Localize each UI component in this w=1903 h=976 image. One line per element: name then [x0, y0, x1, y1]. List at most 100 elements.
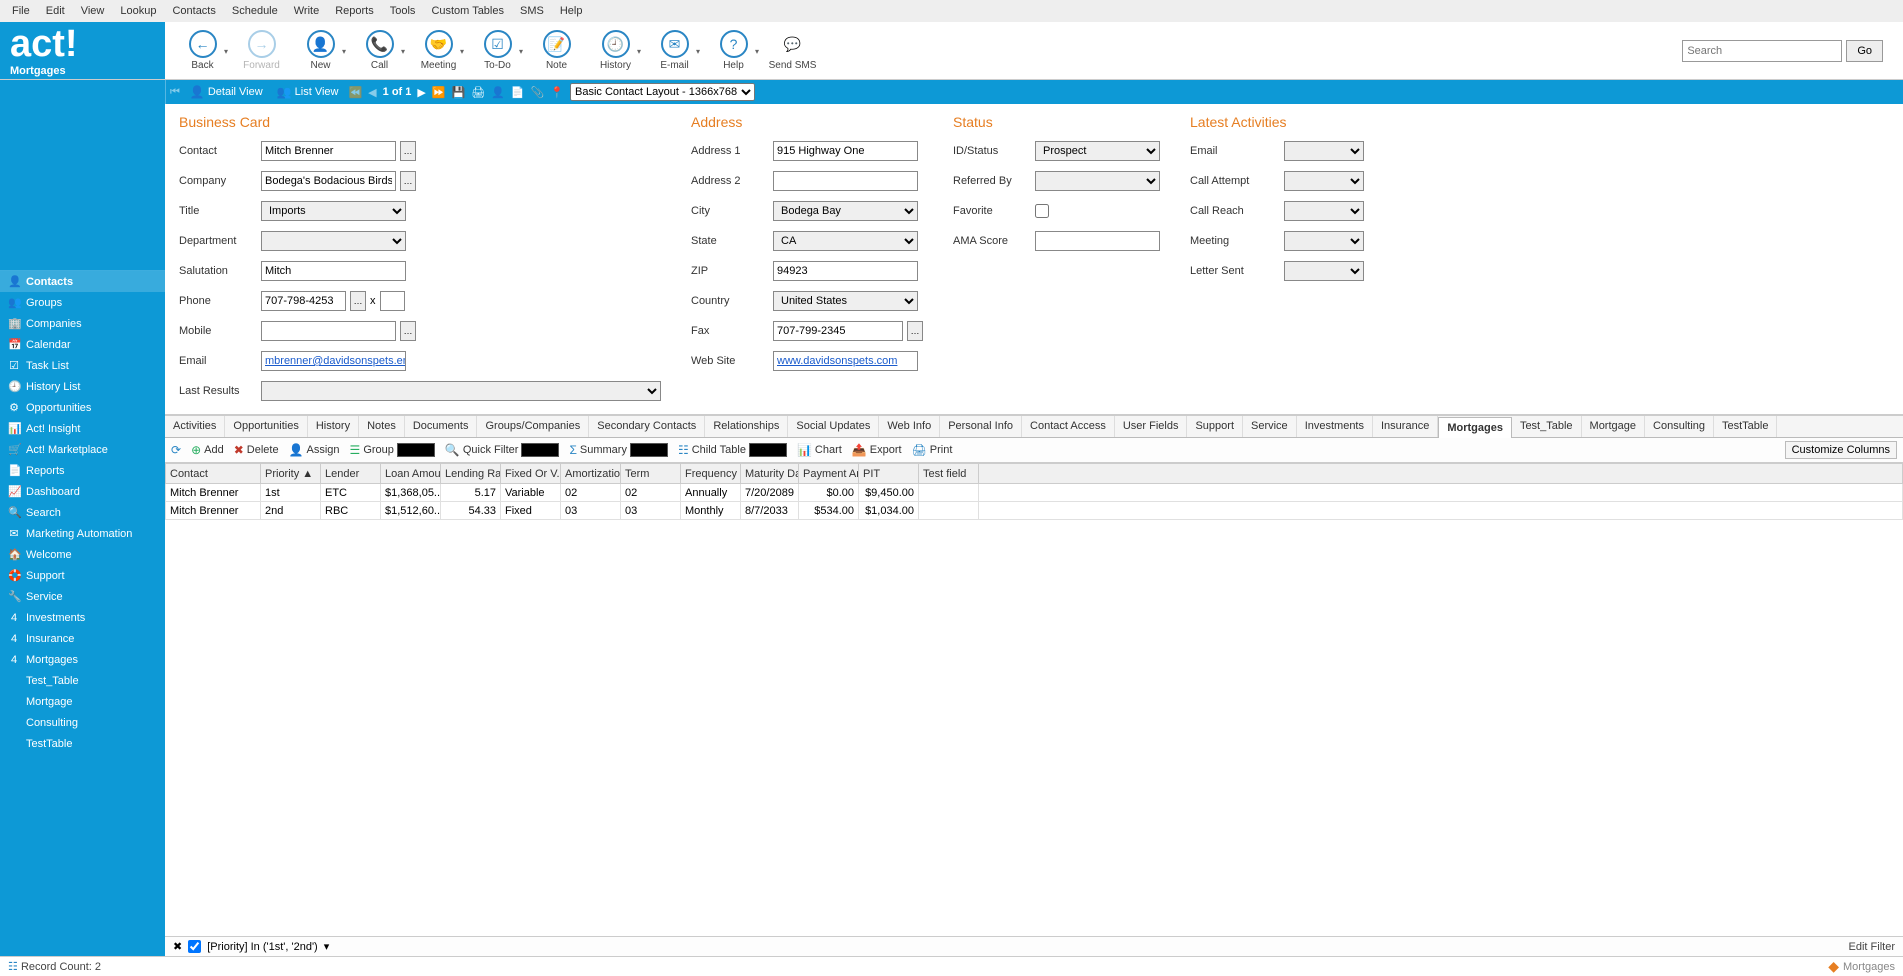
menu-help[interactable]: Help	[552, 5, 591, 17]
call-button[interactable]: 📞Call▾	[352, 25, 407, 77]
sidebar-item-task-list[interactable]: ☑Task List	[0, 355, 165, 376]
idstatus-select[interactable]: Prospect	[1035, 141, 1160, 161]
grid-col-loan-amount[interactable]: Loan Amount	[381, 464, 441, 484]
tab-personal-info[interactable]: Personal Info	[940, 416, 1022, 437]
tab-mortgage[interactable]: Mortgage	[1582, 416, 1645, 437]
contact-field[interactable]	[261, 141, 396, 161]
pin-icon[interactable]: 📍	[550, 86, 564, 99]
nav-first-icon[interactable]: ⏮	[170, 86, 180, 99]
menu-view[interactable]: View	[73, 5, 113, 17]
note-button[interactable]: 📝Note	[529, 25, 584, 77]
tab-test-table[interactable]: Test_Table	[1512, 416, 1582, 437]
addr2-field[interactable]	[773, 171, 918, 191]
group-button[interactable]: ☰Group	[350, 443, 435, 457]
print-icon[interactable]: 🖨	[471, 86, 485, 99]
tab-activities[interactable]: Activities	[165, 416, 225, 437]
mobile-field[interactable]	[261, 321, 396, 341]
tab-social-updates[interactable]: Social Updates	[788, 416, 879, 437]
table-row[interactable]: Mitch Brenner1stETC$1,368,05...5.17Varia…	[166, 484, 1903, 502]
customize-columns-button[interactable]: Customize Columns	[1785, 441, 1897, 459]
add-button[interactable]: ⊕Add	[191, 443, 224, 457]
sidebar-item-reports[interactable]: 📄Reports	[0, 460, 165, 481]
sidebar-item-calendar[interactable]: 📅Calendar	[0, 334, 165, 355]
menu-reports[interactable]: Reports	[327, 5, 382, 17]
menu-lookup[interactable]: Lookup	[112, 5, 164, 17]
favorite-checkbox[interactable]	[1035, 204, 1049, 218]
tab-opportunities[interactable]: Opportunities	[225, 416, 307, 437]
new-button[interactable]: 👤New▾	[293, 25, 348, 77]
menu-schedule[interactable]: Schedule	[224, 5, 286, 17]
sidebar-item-testtable[interactable]: TestTable	[0, 733, 165, 754]
menu-edit[interactable]: Edit	[38, 5, 73, 17]
sidebar-item-service[interactable]: 🔧Service	[0, 586, 165, 607]
assign-button[interactable]: 👤Assign	[289, 443, 340, 457]
menu-file[interactable]: File	[4, 5, 38, 17]
grid-col-maturity-date[interactable]: Maturity Date	[741, 464, 799, 484]
grid-col-fixed-or-v-[interactable]: Fixed Or V...	[501, 464, 561, 484]
delete-button[interactable]: ✖Delete	[234, 443, 279, 457]
addr1-field[interactable]	[773, 141, 918, 161]
sidebar-item-consulting[interactable]: Consulting	[0, 712, 165, 733]
sidebar-item-support[interactable]: 🛟Support	[0, 565, 165, 586]
salutation-field[interactable]	[261, 261, 406, 281]
sidebar-item-welcome[interactable]: 🏠Welcome	[0, 544, 165, 565]
tab-notes[interactable]: Notes	[359, 416, 405, 437]
sidebar-item-insurance[interactable]: 4Insurance	[0, 628, 165, 649]
filter-enable-checkbox[interactable]	[188, 940, 201, 953]
save-icon[interactable]: 💾	[452, 86, 466, 99]
sidebar-item-marketing-automation[interactable]: ✉Marketing Automation	[0, 523, 165, 544]
search-go-button[interactable]: Go	[1846, 40, 1883, 62]
city-select[interactable]: Bodega Bay	[773, 201, 918, 221]
lastresults-select[interactable]	[261, 381, 661, 401]
sendsms-button[interactable]: 💬Send SMS	[765, 25, 820, 77]
ama-field[interactable]	[1035, 231, 1160, 251]
search-input[interactable]	[1682, 40, 1842, 62]
website-link[interactable]: www.davidsonspets.com	[773, 351, 918, 371]
nav-next-icon[interactable]: ▶	[417, 86, 425, 99]
tab-support[interactable]: Support	[1187, 416, 1243, 437]
tab-investments[interactable]: Investments	[1297, 416, 1373, 437]
grid-col-priority[interactable]: Priority ▲	[261, 464, 321, 484]
print-button[interactable]: 🖨Print	[912, 443, 953, 457]
attach-icon[interactable]: 📎	[531, 86, 545, 99]
contact-more-button[interactable]: …	[400, 141, 416, 161]
sidebar-item-mortgages[interactable]: 4Mortgages	[0, 649, 165, 670]
export-button[interactable]: 📤Export	[852, 443, 902, 457]
grid-col-lending-rate[interactable]: Lending Rate	[441, 464, 501, 484]
tab-groups-companies[interactable]: Groups/Companies	[477, 416, 589, 437]
title-select[interactable]: Imports	[261, 201, 406, 221]
grid-col-term[interactable]: Term	[621, 464, 681, 484]
zip-field[interactable]	[773, 261, 918, 281]
act-callreach-select[interactable]	[1284, 201, 1364, 221]
act-letter-select[interactable]	[1284, 261, 1364, 281]
person-action-icon[interactable]: 👤	[491, 86, 505, 99]
tab-mortgages[interactable]: Mortgages	[1438, 417, 1512, 438]
quickfilter-button[interactable]: 🔍Quick Filter	[445, 443, 560, 457]
act-meeting-select[interactable]	[1284, 231, 1364, 251]
mobile-more-button[interactable]: …	[400, 321, 416, 341]
tab-service[interactable]: Service	[1243, 416, 1297, 437]
menu-custom-tables[interactable]: Custom Tables	[423, 5, 512, 17]
state-select[interactable]: CA	[773, 231, 918, 251]
phone-field[interactable]	[261, 291, 346, 311]
tab-history[interactable]: History	[308, 416, 359, 437]
company-more-button[interactable]: …	[400, 171, 416, 191]
menu-write[interactable]: Write	[286, 5, 327, 17]
table-row[interactable]: Mitch Brenner2ndRBC$1,512,60...54.33Fixe…	[166, 502, 1903, 520]
act-email-select[interactable]	[1284, 141, 1364, 161]
nav-prev-icon[interactable]: ◀	[368, 86, 376, 99]
tab-relationships[interactable]: Relationships	[705, 416, 788, 437]
fax-field[interactable]	[773, 321, 903, 341]
layout-select[interactable]: Basic Contact Layout - 1366x768	[570, 83, 755, 101]
sidebar-item-act-marketplace[interactable]: 🛒Act! Marketplace	[0, 439, 165, 460]
referred-select[interactable]	[1035, 171, 1160, 191]
email-button[interactable]: ✉E-mail▾	[647, 25, 702, 77]
childtable-button[interactable]: ☷Child Table	[678, 443, 787, 457]
filter-close-icon[interactable]: ✖	[173, 940, 182, 953]
menu-sms[interactable]: SMS	[512, 5, 552, 17]
sidebar-item-contacts[interactable]: 👤Contacts	[0, 271, 165, 292]
tab-contact-access[interactable]: Contact Access	[1022, 416, 1115, 437]
company-field[interactable]	[261, 171, 396, 191]
help-button[interactable]: ?Help▾	[706, 25, 761, 77]
email-link[interactable]: mbrenner@davidsonspets.ema	[261, 351, 406, 371]
